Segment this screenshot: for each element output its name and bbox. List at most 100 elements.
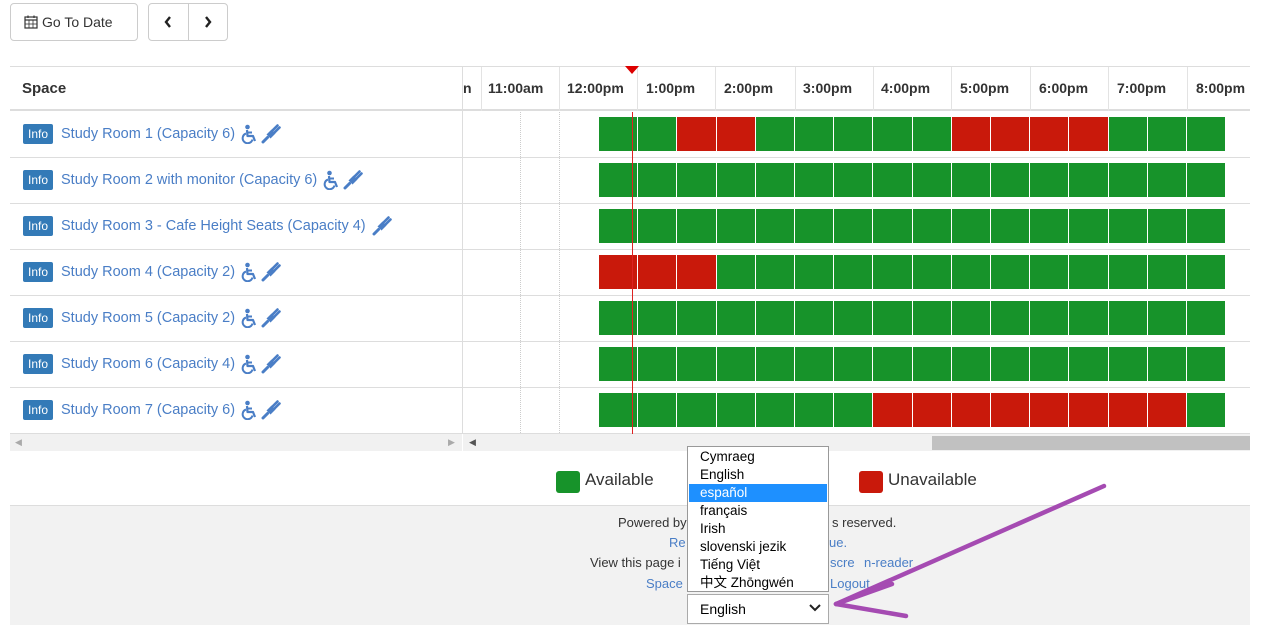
available-slot[interactable] xyxy=(795,255,835,289)
available-slot[interactable] xyxy=(716,393,756,427)
language-option[interactable]: français xyxy=(689,502,827,520)
available-slot[interactable] xyxy=(795,209,835,243)
available-slot[interactable] xyxy=(1030,255,1070,289)
available-slot[interactable] xyxy=(912,163,952,197)
available-slot[interactable] xyxy=(755,347,795,381)
language-dropdown-list[interactable]: Cymraeg English español français Irish sloven… xyxy=(687,446,829,592)
available-slot[interactable] xyxy=(795,393,835,427)
available-slot[interactable] xyxy=(1187,301,1227,335)
available-slot[interactable] xyxy=(638,209,678,243)
available-slot[interactable] xyxy=(1147,255,1187,289)
available-slot[interactable] xyxy=(1187,393,1227,427)
available-slot[interactable] xyxy=(638,163,678,197)
available-slot[interactable] xyxy=(834,163,874,197)
available-slot[interactable] xyxy=(1069,347,1109,381)
available-slot[interactable] xyxy=(755,209,795,243)
available-slot[interactable] xyxy=(1030,209,1070,243)
available-slot[interactable] xyxy=(1108,163,1148,197)
available-slot[interactable] xyxy=(912,301,952,335)
available-slot[interactable] xyxy=(755,301,795,335)
available-slot[interactable] xyxy=(638,301,678,335)
available-slot[interactable] xyxy=(716,209,756,243)
available-slot[interactable] xyxy=(834,209,874,243)
available-slot[interactable] xyxy=(834,393,874,427)
available-slot[interactable] xyxy=(991,347,1031,381)
room-name[interactable]: Study Room 7 (Capacity 6) xyxy=(61,402,235,418)
room-link[interactable]: Study Room 5 (Capacity 2) xyxy=(61,308,283,328)
available-slot[interactable] xyxy=(677,393,717,427)
available-slot[interactable] xyxy=(873,209,913,243)
available-slot[interactable] xyxy=(1030,347,1070,381)
available-slot[interactable] xyxy=(873,255,913,289)
available-slot[interactable] xyxy=(1187,255,1227,289)
info-button[interactable]: Info xyxy=(23,262,54,282)
room-link[interactable]: Study Room 3 - Cafe Height Seats (Capaci… xyxy=(61,216,394,236)
available-slot[interactable] xyxy=(873,117,913,151)
available-slot[interactable] xyxy=(912,255,952,289)
available-slot[interactable] xyxy=(1108,255,1148,289)
scroll-left-icon[interactable]: ◀ xyxy=(15,437,22,448)
available-slot[interactable] xyxy=(716,255,756,289)
room-name[interactable]: Study Room 1 (Capacity 6) xyxy=(61,126,235,142)
language-option[interactable]: English xyxy=(689,466,827,484)
available-slot[interactable] xyxy=(1147,347,1187,381)
info-button[interactable]: Info xyxy=(23,124,54,144)
room-name[interactable]: Study Room 5 (Capacity 2) xyxy=(61,310,235,326)
available-slot[interactable] xyxy=(677,347,717,381)
language-option[interactable]: Tiếng Việt xyxy=(689,556,827,574)
available-slot[interactable] xyxy=(991,163,1031,197)
footer-report-link[interactable]: Re xyxy=(669,535,686,550)
available-slot[interactable] xyxy=(795,163,835,197)
available-slot[interactable] xyxy=(755,255,795,289)
available-slot[interactable] xyxy=(1030,163,1070,197)
info-button[interactable]: Info xyxy=(23,354,54,374)
available-slot[interactable] xyxy=(951,347,991,381)
available-slot[interactable] xyxy=(716,347,756,381)
room-name[interactable]: Study Room 6 (Capacity 4) xyxy=(61,356,235,372)
language-option[interactable]: slovenski jezik xyxy=(689,538,827,556)
available-slot[interactable] xyxy=(991,301,1031,335)
next-day-button[interactable] xyxy=(187,4,228,40)
available-slot[interactable] xyxy=(1030,301,1070,335)
room-link[interactable]: Study Room 7 (Capacity 6) xyxy=(61,400,283,420)
scroll-left-icon[interactable]: ◀ xyxy=(469,437,476,448)
available-slot[interactable] xyxy=(912,117,952,151)
available-slot[interactable] xyxy=(1108,117,1148,151)
info-button[interactable]: Info xyxy=(23,400,54,420)
available-slot[interactable] xyxy=(755,117,795,151)
available-slot[interactable] xyxy=(873,347,913,381)
available-slot[interactable] xyxy=(755,163,795,197)
available-slot[interactable] xyxy=(716,163,756,197)
available-slot[interactable] xyxy=(834,255,874,289)
footer-spaces-link[interactable]: Space xyxy=(646,576,683,591)
available-slot[interactable] xyxy=(873,163,913,197)
available-slot[interactable] xyxy=(1147,117,1187,151)
available-slot[interactable] xyxy=(1069,163,1109,197)
available-slot[interactable] xyxy=(873,301,913,335)
language-option[interactable]: español xyxy=(689,484,827,502)
scrollbar-thumb[interactable] xyxy=(932,436,1250,450)
available-slot[interactable] xyxy=(834,301,874,335)
available-slot[interactable] xyxy=(1069,301,1109,335)
info-button[interactable]: Info xyxy=(23,216,54,236)
available-slot[interactable] xyxy=(677,209,717,243)
available-slot[interactable] xyxy=(951,209,991,243)
available-slot[interactable] xyxy=(1187,347,1227,381)
available-slot[interactable] xyxy=(1108,209,1148,243)
info-button[interactable]: Info xyxy=(23,308,54,328)
language-option[interactable]: Irish xyxy=(689,520,827,538)
available-slot[interactable] xyxy=(1069,209,1109,243)
go-to-date-button[interactable]: Go To Date xyxy=(10,3,138,41)
scroll-right-icon[interactable]: ▶ xyxy=(448,437,455,448)
available-slot[interactable] xyxy=(638,347,678,381)
available-slot[interactable] xyxy=(638,117,678,151)
available-slot[interactable] xyxy=(912,347,952,381)
available-slot[interactable] xyxy=(795,117,835,151)
available-slot[interactable] xyxy=(951,301,991,335)
available-slot[interactable] xyxy=(1187,117,1227,151)
room-name[interactable]: Study Room 2 with monitor (Capacity 6) xyxy=(61,172,317,188)
room-link[interactable]: Study Room 6 (Capacity 4) xyxy=(61,354,283,374)
available-slot[interactable] xyxy=(716,301,756,335)
available-slot[interactable] xyxy=(951,163,991,197)
available-slot[interactable] xyxy=(1108,301,1148,335)
